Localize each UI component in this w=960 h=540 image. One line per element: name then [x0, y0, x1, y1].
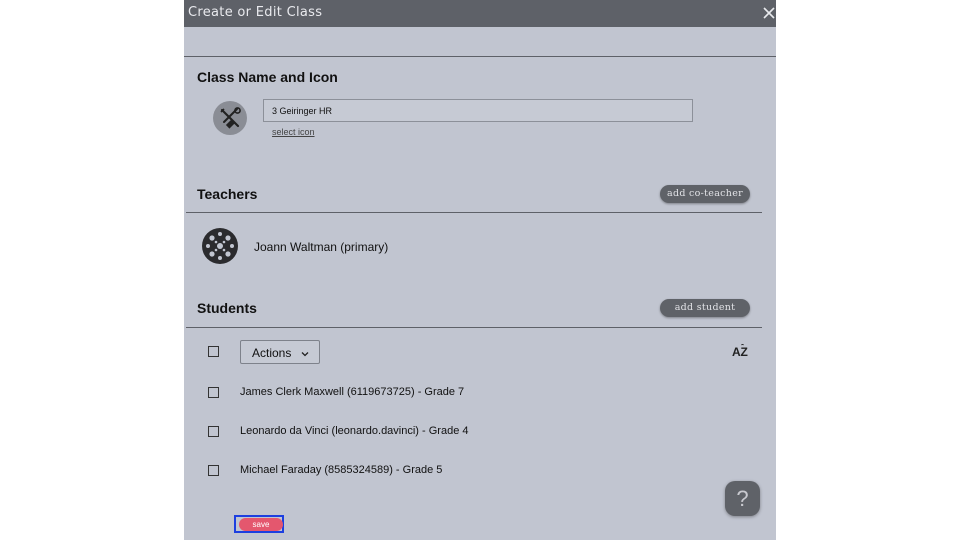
- students-divider: [186, 327, 762, 328]
- tools-icon[interactable]: [213, 101, 247, 135]
- create-edit-class-dialog: Create or Edit Class Class Name and Icon…: [184, 0, 776, 540]
- dialog-title: Create or Edit Class: [188, 5, 323, 20]
- class-section-title: Class Name and Icon: [197, 69, 338, 85]
- select-icon-link[interactable]: select icon: [272, 127, 315, 137]
- teachers-divider: [186, 212, 762, 213]
- teacher-name: Joann Waltman (primary): [254, 240, 389, 254]
- student-checkbox[interactable]: [208, 426, 219, 437]
- add-co-teacher-button[interactable]: add co-teacher: [660, 185, 750, 203]
- close-icon[interactable]: [762, 6, 776, 20]
- students-section-title: Students: [197, 300, 257, 316]
- save-button[interactable]: save: [239, 518, 283, 531]
- chevron-down-icon: [301, 347, 309, 361]
- class-name-input[interactable]: [263, 99, 693, 122]
- list-item: Michael Faraday (8585324589) - Grade 5: [240, 464, 443, 476]
- select-all-checkbox[interactable]: [208, 346, 219, 357]
- dialog-titlebar: Create or Edit Class: [184, 0, 776, 27]
- patterned-avatar-icon: [201, 227, 239, 265]
- help-button[interactable]: ?: [725, 481, 760, 516]
- student-checkbox[interactable]: [208, 465, 219, 476]
- add-student-button[interactable]: add student: [660, 299, 750, 317]
- student-checkbox[interactable]: [208, 387, 219, 398]
- actions-label: Actions: [252, 346, 292, 360]
- teachers-section-title: Teachers: [197, 186, 258, 202]
- list-item: Leonardo da Vinci (leonardo.davinci) - G…: [240, 425, 469, 437]
- actions-dropdown[interactable]: Actions: [240, 340, 320, 364]
- divider: [184, 56, 776, 57]
- list-item: James Clerk Maxwell (6119673725) - Grade…: [240, 386, 465, 398]
- svg-text:Z: Z: [741, 345, 748, 358]
- sort-az-icon[interactable]: A Z: [732, 343, 750, 359]
